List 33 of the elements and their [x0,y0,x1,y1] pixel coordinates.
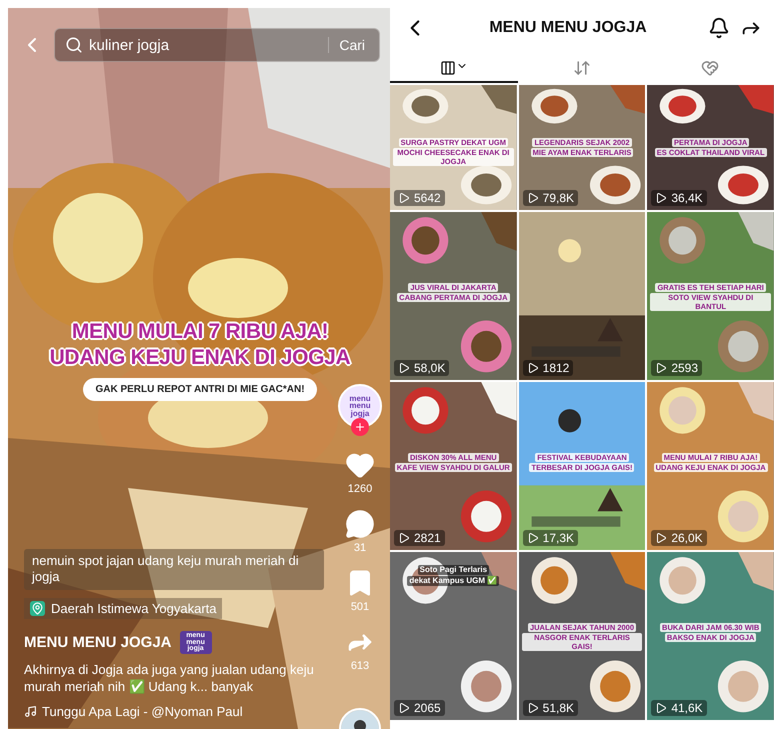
view-count: 26,0K [671,531,703,545]
grid-icon [440,60,468,76]
thumbnail-caption: dekat Kampus UGM ✅ [407,576,500,586]
play-icon [398,192,410,204]
video-thumbnail[interactable]: Soto Pagi Terlaris dekat Kampus UGM ✅ 2065 [390,552,517,720]
play-icon [526,532,539,544]
view-count: 58,0K [414,361,446,375]
play-icon [398,702,410,714]
play-icon [655,532,668,544]
play-icon [655,192,668,204]
view-count: 41,6K [671,701,703,715]
view-count: 2593 [671,361,698,375]
repost-icon [573,59,591,77]
view-count: 2065 [414,701,441,715]
play-icon [398,362,410,374]
notification-button[interactable] [708,16,730,38]
video-thumbnail[interactable]: 1812 [518,212,646,380]
play-icon [655,702,668,714]
view-count: 36,4K [671,191,703,205]
view-count: 1812 [542,361,570,375]
view-count: 17,3K [542,531,574,545]
play-icon [655,362,668,374]
play-icon [398,532,410,544]
view-count: 2821 [414,531,441,545]
play-icon [526,362,539,374]
view-count: 51,8K [542,701,574,715]
view-count: 5642 [414,191,441,205]
profile-title: MENU MENU JOGJA [488,18,648,36]
view-count: 79,8K [542,191,574,205]
play-icon [526,192,539,204]
thumbnail-caption: Soto Pagi Terlaris [418,565,490,576]
play-icon [526,702,539,714]
bell-icon [708,16,730,38]
